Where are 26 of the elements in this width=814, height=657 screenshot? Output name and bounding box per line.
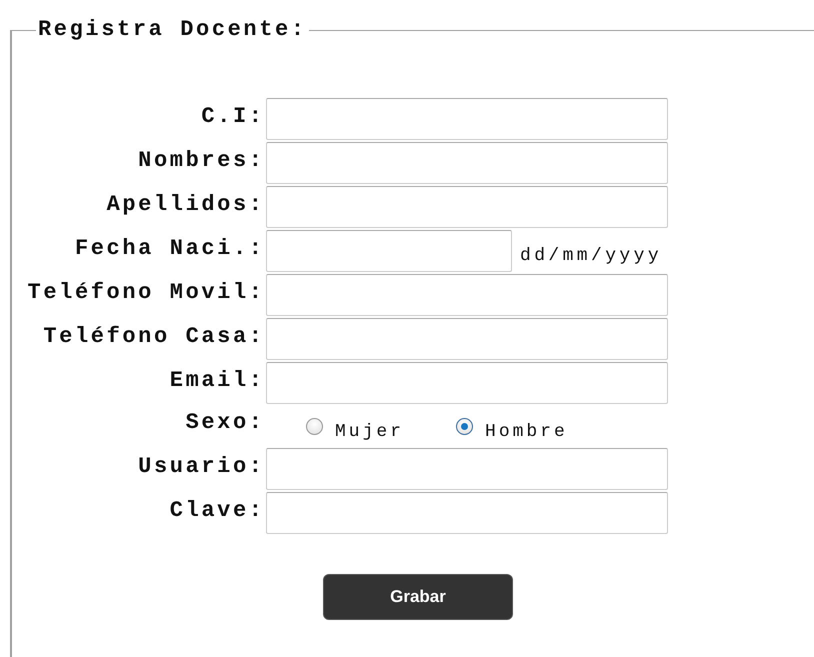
date-format-hint: dd/mm/yyyy <box>520 246 662 266</box>
field-label: Clave: <box>168 497 265 525</box>
date-field[interactable] <box>266 230 512 272</box>
field-label: Sexo: <box>184 409 265 437</box>
radio-option[interactable]: Mujer <box>306 416 404 446</box>
input-field[interactable] <box>266 362 668 404</box>
field-label: Teléfono Movil: <box>26 279 265 307</box>
input-field[interactable] <box>266 318 668 360</box>
radio-option[interactable]: Hombre <box>456 416 568 446</box>
field-label: Email: <box>168 367 265 395</box>
field-label: Fecha Naci.: <box>74 235 265 263</box>
save-button[interactable]: Grabar <box>323 574 513 620</box>
input-field[interactable] <box>266 448 668 490</box>
radio-button[interactable] <box>306 418 323 435</box>
input-field[interactable] <box>266 274 668 316</box>
field-label: Usuario: <box>137 453 265 481</box>
input-field[interactable] <box>266 142 668 184</box>
input-field[interactable] <box>266 492 668 534</box>
input-field[interactable] <box>266 98 668 140</box>
field-label: Apellidos: <box>106 191 265 219</box>
field-label: C.I: <box>200 103 265 131</box>
input-field[interactable] <box>266 186 668 228</box>
radio-button[interactable] <box>456 418 474 435</box>
field-label: Nombres: <box>137 147 265 175</box>
field-label: Teléfono Casa: <box>42 323 265 351</box>
form-title: Registra Docente: <box>37 18 308 42</box>
